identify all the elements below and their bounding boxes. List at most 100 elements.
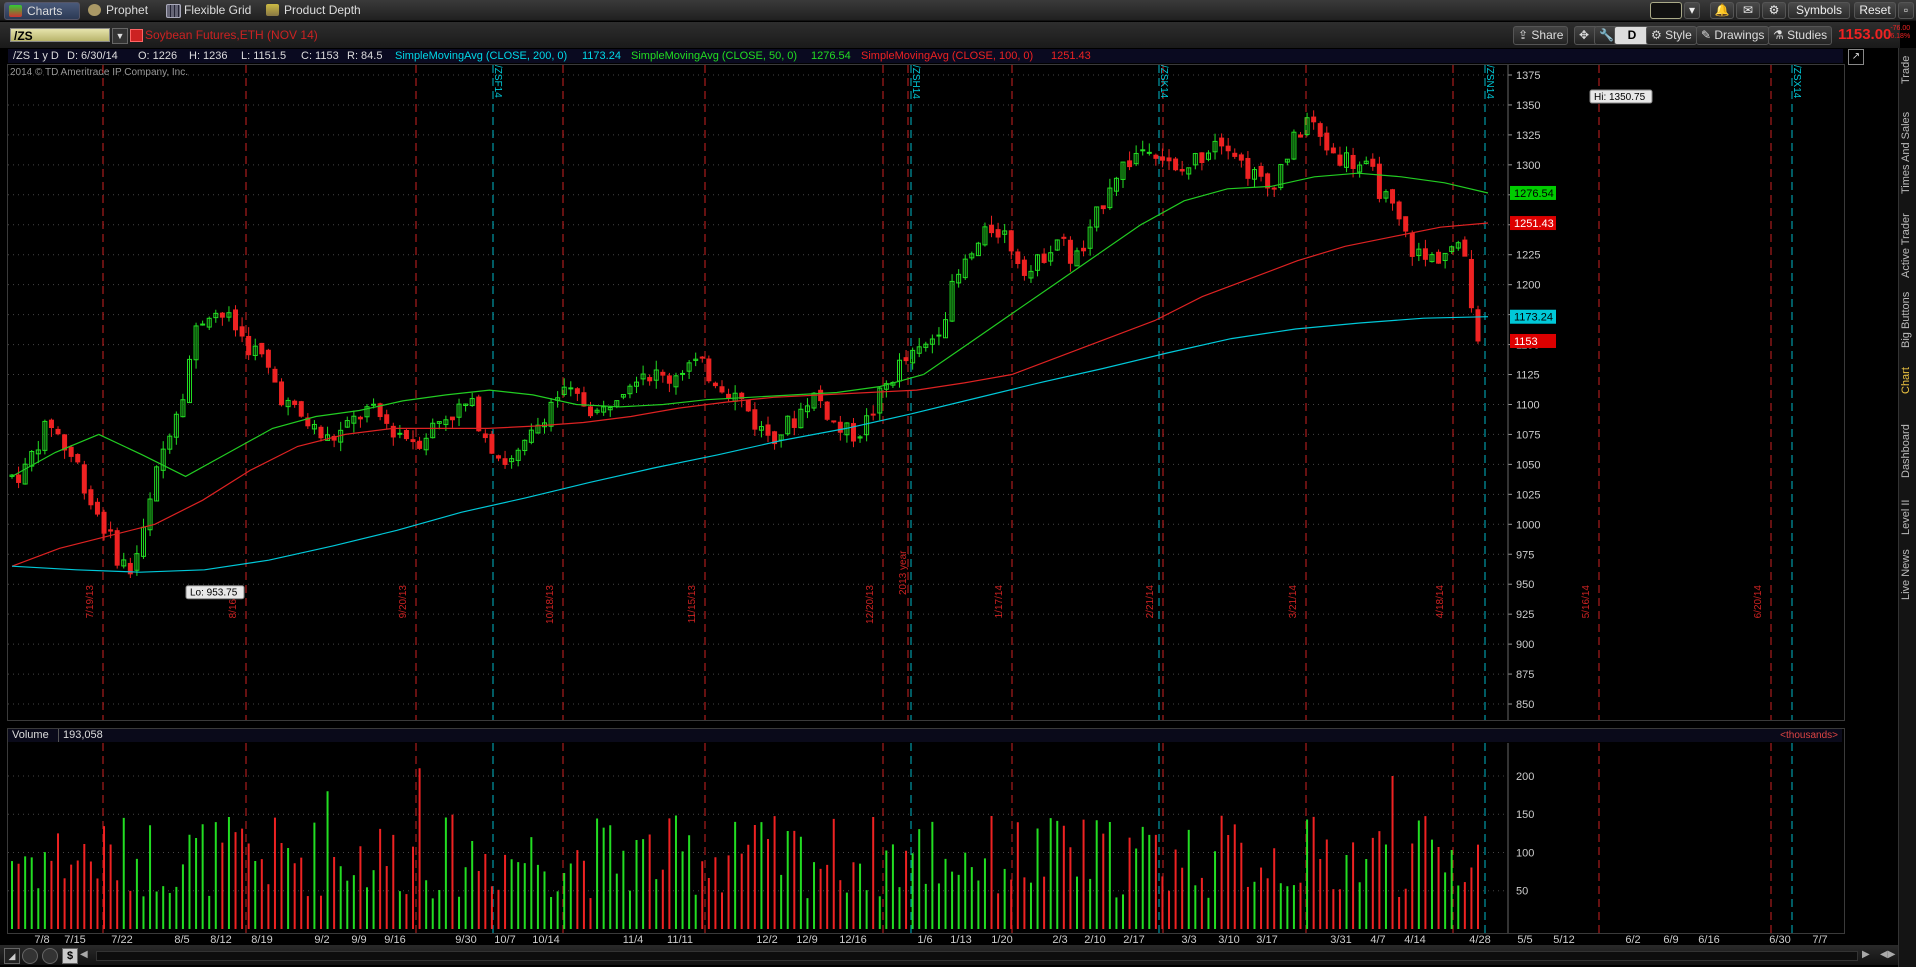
sidebar-tab-trade[interactable]: Trade: [1900, 52, 1916, 88]
settings-gear-icon[interactable]: ⚙: [1762, 2, 1786, 19]
study-sma100[interactable]: SimpleMovingAvg (CLOSE, 100, 0): [858, 49, 1036, 63]
candle-body: [1146, 151, 1152, 154]
zoom-out-icon[interactable]: [42, 948, 58, 964]
candle-body: [101, 511, 107, 534]
zoom-in-icon[interactable]: [22, 948, 38, 964]
share-button[interactable]: ⇪ Share: [1513, 26, 1569, 45]
symbol-input[interactable]: /ZS: [10, 28, 110, 43]
price-change-pct: -6.18%: [1888, 33, 1911, 40]
candle-body: [233, 309, 239, 331]
messages-icon[interactable]: ✉: [1736, 2, 1760, 19]
reset-button[interactable]: Reset: [1854, 2, 1896, 19]
sidebar-tab-active-trader[interactable]: Active Trader: [1900, 210, 1916, 282]
drawings-label: Drawings: [1714, 28, 1765, 42]
candle-body: [94, 501, 100, 515]
price-tick-label: 925: [1516, 609, 1534, 621]
drawing-tool-icon[interactable]: ◢: [4, 948, 20, 964]
candle-body: [870, 413, 876, 416]
style-label: Style: [1665, 28, 1692, 42]
candle-body: [88, 489, 94, 506]
price-change-abs: -76.00: [1890, 25, 1911, 32]
lock-icon[interactable]: ▫: [1898, 2, 1914, 19]
horizontal-scrollbar[interactable]: [96, 951, 1858, 961]
study-sma50[interactable]: SimpleMovingAvg (CLOSE, 50, 0): [628, 49, 800, 63]
sidebar-tab-live-news[interactable]: Live News: [1900, 546, 1916, 604]
candle-body: [1067, 239, 1073, 264]
price-tick-label: 875: [1516, 669, 1534, 681]
volume-chart[interactable]: 50 100 150 200: [8, 729, 1844, 933]
ohlc-range: R: 84.5: [347, 50, 383, 62]
candle-body: [1232, 152, 1238, 157]
alert-bell-icon[interactable]: 🔔: [1710, 2, 1734, 19]
price-tick-label: 900: [1516, 639, 1534, 651]
symbol-link-icon[interactable]: [130, 29, 143, 42]
sidebar-tab-level-ii[interactable]: Level II: [1900, 494, 1916, 540]
price-tick-label: 1050: [1516, 459, 1540, 471]
candle-body: [1238, 154, 1244, 161]
candle-body: [219, 312, 225, 318]
sidebar-tab-times-and-sales[interactable]: Times And Sales: [1900, 108, 1916, 198]
chart-period: /ZS 1 y D: [13, 50, 59, 62]
sidebar-tab-big-buttons[interactable]: Big Buttons: [1900, 288, 1916, 352]
candle-body: [791, 418, 797, 428]
sidebar-tab-chart[interactable]: Chart: [1900, 362, 1916, 400]
candle-body: [719, 386, 725, 393]
tab-flexible-grid[interactable]: Flexible Grid: [162, 2, 257, 18]
candle-body: [837, 421, 843, 433]
expand-time-icon[interactable]: ◀▶: [1880, 948, 1895, 962]
symbol-dropdown-icon[interactable]: ▼: [112, 28, 128, 44]
month-marker-label: 11/15/13: [687, 585, 698, 624]
tab-product-depth[interactable]: Product Depth: [262, 2, 367, 18]
maximize-chart-icon[interactable]: ↗: [1848, 49, 1864, 65]
sidebar-tab-dashboard[interactable]: Dashboard: [1900, 418, 1916, 484]
scroll-right-icon[interactable]: ▶: [1862, 948, 1874, 962]
style-icon: ⚙: [1651, 28, 1666, 42]
price-chart-panel[interactable]: 850 875 900 925 950 975 1000 1025 1050 1075 1100 11…: [7, 64, 1845, 721]
month-marker-label: 4/18/14: [1435, 585, 1446, 619]
volume-header: Volume 193,058 <thousands>: [8, 729, 1842, 742]
x-axis: 7/8 7/15 7/22 8/5 8/12 8/19 9/2 9/9 9/16 9/30 10/7…: [34, 934, 1827, 946]
year-marker-label: 2013 year: [898, 550, 909, 595]
drawings-button[interactable]: ✎ Drawings: [1696, 26, 1770, 45]
price-tick-label: 1325: [1516, 130, 1540, 142]
price-chart[interactable]: 850 875 900 925 950 975 1000 1025 1050 1075 1100 11…: [8, 65, 1844, 720]
studies-button[interactable]: ⚗ Studies: [1768, 26, 1833, 45]
tab-charts-label: Charts: [27, 4, 63, 18]
symbols-button[interactable]: Symbols: [1788, 2, 1850, 19]
ohlc-high: H: 1236: [189, 50, 228, 62]
price-axis-toggle-icon[interactable]: $: [62, 948, 78, 964]
prophet-icon: [88, 4, 101, 16]
candle-body: [1061, 236, 1067, 239]
study-sma200[interactable]: SimpleMovingAvg (CLOSE, 200, 0): [392, 49, 570, 63]
color-picker-box[interactable]: [1650, 2, 1682, 19]
main-toolbar: Charts Prophet Flexible Grid Product Dep…: [0, 0, 1916, 21]
grid-icon: [166, 4, 181, 18]
candle-body: [699, 356, 705, 359]
candle-body: [246, 335, 252, 356]
candle-body: [1265, 173, 1271, 189]
aggregation-button[interactable]: D: [1614, 26, 1650, 45]
tab-prophet[interactable]: Prophet: [84, 2, 154, 18]
tab-charts[interactable]: Charts: [4, 2, 80, 20]
dropdown-arrow-icon[interactable]: ▾: [1684, 2, 1700, 19]
volume-tick-label: 200: [1516, 771, 1534, 783]
candle-body: [1390, 189, 1396, 204]
month-marker-label: 2/21/14: [1145, 585, 1156, 619]
candle-body: [239, 326, 245, 337]
volume-panel[interactable]: 50 100 150 200: [7, 728, 1845, 934]
candle-body: [989, 224, 995, 234]
candle-body: [1140, 149, 1146, 152]
price-tick-label: 975: [1516, 549, 1534, 561]
scroll-left-icon[interactable]: ◀: [80, 948, 92, 962]
month-marker-label: 5/16/14: [1581, 585, 1592, 619]
candle-body: [1041, 253, 1047, 263]
tab-product-depth-label: Product Depth: [284, 3, 361, 17]
style-button[interactable]: ⚙ Style: [1646, 26, 1697, 45]
price-tick-label: 1225: [1516, 250, 1540, 262]
candle-body: [259, 342, 265, 355]
candle-body: [108, 529, 114, 532]
candle-body: [1219, 137, 1225, 147]
candle-body: [55, 428, 61, 435]
sma-line-1: [11, 222, 1489, 567]
candle-body: [726, 393, 732, 399]
